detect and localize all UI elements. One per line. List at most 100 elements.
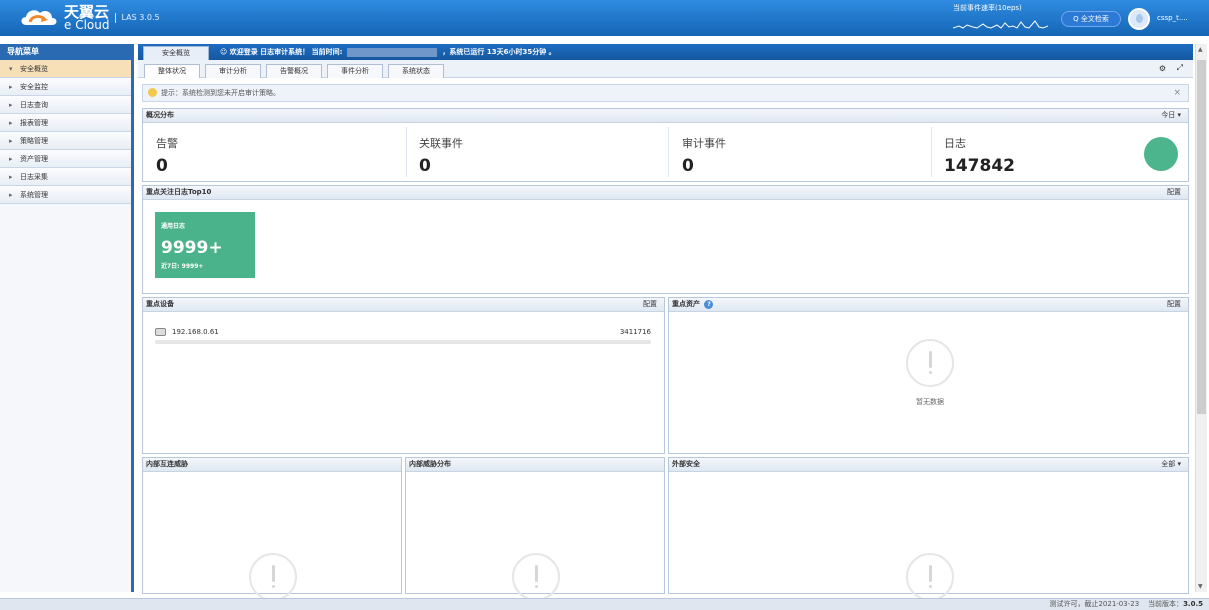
gear-icon[interactable]: ⚙ — [1159, 64, 1166, 73]
date-range-dropdown[interactable]: 今日 ▾ — [1161, 109, 1181, 122]
nav-item-system-management[interactable]: 系统管理 — [0, 186, 131, 204]
external-security-title-text: 外部安全 — [672, 460, 700, 468]
brand-en: e Cloud — [64, 18, 110, 32]
nav-title: 导航菜单 — [0, 44, 131, 60]
internal-threat-panel: 内部互连威胁 — [142, 457, 402, 601]
current-time-redacted — [347, 47, 438, 57]
subtab-alert-overview[interactable]: 告警概况 — [266, 64, 322, 78]
top10-panel: 重点关注日志Top10 配置 通用日志 9999+ 近7日: 9999+ — [142, 185, 1189, 294]
scroll-thumb[interactable] — [1197, 60, 1206, 414]
empty-state — [511, 553, 561, 601]
top-bar: 天翼云 e Cloud LAS 3.0.5 当前事件速率(10eps) Q 全文… — [0, 0, 1209, 36]
nav-item-log-query[interactable]: 日志查询 — [0, 96, 131, 114]
devices-config-button[interactable]: 配置 — [643, 298, 657, 311]
nav-item-report-management[interactable]: 报表管理 — [0, 114, 131, 132]
internal-dist-panel: 内部威胁分布 — [405, 457, 665, 601]
empty-state: 暂无数据 — [905, 339, 955, 407]
exclamation-icon — [906, 339, 954, 387]
nav-item-asset-management[interactable]: 资产管理 — [0, 150, 131, 168]
top10-title: 重点关注日志Top10 配置 — [143, 186, 1188, 200]
stat-audit-events[interactable]: 审计事件 0 — [682, 135, 726, 176]
subtab-system-status[interactable]: 系统状态 — [388, 64, 444, 78]
welcome-text: ☺ 欢迎登录 日志审计系统！ 当前时间: — [220, 48, 343, 56]
devices-title-text: 重点设备 — [146, 300, 174, 308]
username[interactable]: cssp_t.... — [1157, 14, 1188, 22]
nav-item-security-overview[interactable]: 安全概览 — [0, 60, 131, 78]
license-text: 测试许可，截止2021-03-23 — [1049, 600, 1140, 608]
assets-title: 重点资产 ? 配置 — [669, 298, 1188, 312]
navigation-menu: 导航菜单 安全概览 安全监控 日志查询 报表管理 策略管理 资产管理 日志采集 … — [0, 44, 134, 592]
device-count: 3411716 — [619, 328, 651, 336]
vertical-scrollbar[interactable]: ▲ ▼ — [1195, 44, 1207, 592]
stat-value: 147842 — [944, 156, 1015, 176]
full-text-search-button[interactable]: Q 全文检索 — [1061, 11, 1121, 27]
divider — [406, 127, 407, 177]
overview-title: 概况分布 今日 ▾ — [143, 109, 1188, 123]
device-ip: 192.168.0.61 — [172, 328, 219, 336]
tip-text: 提示：系统检测到您未开启审计策略。 — [161, 89, 280, 97]
help-icon[interactable]: ? — [704, 299, 714, 309]
internal-threat-title: 内部互连威胁 — [143, 458, 401, 472]
stat-correlated-events[interactable]: 关联事件 0 — [419, 135, 463, 176]
assets-panel: 重点资产 ? 配置 暂无数据 — [668, 297, 1189, 454]
stat-logs[interactable]: 日志 147842 — [944, 135, 1015, 176]
subtab-event-analysis[interactable]: 事件分析 — [327, 64, 383, 78]
nav-item-log-collection[interactable]: 日志采集 — [0, 168, 131, 186]
uptime-text: ，系统已运行 13天6小时35分钟 。 — [442, 48, 556, 56]
event-rate-label: 当前事件速率(10eps) — [953, 4, 1022, 12]
subtab-overall-status[interactable]: 整体状况 — [144, 64, 200, 78]
main-content: 安全概览 ☺ 欢迎登录 日志审计系统！ 当前时间: ，系统已运行 13天6小时35… — [138, 44, 1193, 601]
external-range-dropdown[interactable]: 全部 ▾ — [1161, 458, 1181, 471]
stat-label: 关联事件 — [419, 137, 463, 150]
sub-tab-bar: 整体状况 审计分析 告警概况 事件分析 系统状态 ⚙ ⤢ — [138, 60, 1193, 78]
overview-panel: 概况分布 今日 ▾ 告警 0 关联事件 0 审计事件 0 日志 147842 — [142, 108, 1189, 182]
divider — [668, 127, 669, 177]
lightbulb-icon — [148, 88, 157, 97]
stat-value: 0 — [156, 156, 168, 176]
overview-title-text: 概况分布 — [146, 111, 174, 119]
exclamation-icon — [249, 553, 297, 601]
top10-config-button[interactable]: 配置 — [1167, 186, 1181, 199]
stat-value: 0 — [682, 156, 694, 176]
internal-dist-title: 内部威胁分布 — [406, 458, 664, 472]
nav-item-policy-management[interactable]: 策略管理 — [0, 132, 131, 150]
card-value: 9999+ — [161, 238, 223, 258]
top10-title-text: 重点关注日志Top10 — [146, 188, 212, 196]
external-security-title: 外部安全 全部 ▾ — [669, 458, 1188, 472]
stat-label: 日志 — [944, 137, 966, 150]
brand-logo[interactable]: 天翼云 e Cloud LAS 3.0.5 — [18, 3, 160, 33]
devices-panel: 重点设备 配置 192.168.0.61 3411716 — [142, 297, 665, 454]
divider — [931, 127, 932, 177]
status-circle-icon — [1144, 137, 1178, 171]
empty-state — [905, 553, 955, 601]
top10-body: 通用日志 9999+ 近7日: 9999+ — [143, 200, 1188, 294]
main-tab-bar: 安全概览 ☺ 欢迎登录 日志审计系统！ 当前时间: ，系统已运行 13天6小时35… — [138, 44, 1193, 60]
device-progress-bar — [155, 340, 651, 344]
tab-security-overview[interactable]: 安全概览 — [143, 46, 209, 60]
exclamation-icon — [512, 553, 560, 601]
welcome-message: ☺ 欢迎登录 日志审计系统！ 当前时间: ，系统已运行 13天6小时35分钟 。 — [220, 44, 556, 60]
tip-banner: 提示：系统检测到您未开启审计策略。 × — [142, 84, 1189, 102]
version-label: 当前版本： — [1148, 600, 1184, 608]
stat-label: 告警 — [156, 137, 178, 150]
exclamation-icon — [906, 553, 954, 601]
assets-config-button[interactable]: 配置 — [1167, 298, 1181, 311]
stats-row: 告警 0 关联事件 0 审计事件 0 日志 147842 — [143, 123, 1188, 181]
scroll-up-icon[interactable]: ▲ — [1198, 46, 1203, 53]
log-card-general[interactable]: 通用日志 9999+ 近7日: 9999+ — [155, 212, 255, 278]
scroll-down-icon[interactable]: ▼ — [1198, 583, 1203, 590]
close-icon[interactable]: × — [1173, 85, 1181, 101]
subtab-audit-analysis[interactable]: 审计分析 — [205, 64, 261, 78]
cloud-logo-icon — [21, 10, 57, 25]
event-rate-sparkline-icon — [953, 20, 1048, 29]
card-sub: 近7日: 9999+ — [161, 263, 204, 270]
assets-title-text: 重点资产 — [672, 300, 700, 308]
user-avatar[interactable] — [1128, 8, 1150, 30]
expand-icon[interactable]: ⤢ — [1177, 63, 1183, 73]
event-rate-widget: 当前事件速率(10eps) — [953, 3, 1048, 31]
stat-alerts[interactable]: 告警 0 — [156, 135, 178, 176]
nav-item-security-monitor[interactable]: 安全监控 — [0, 78, 131, 96]
version-value: 3.0.5 — [1183, 600, 1203, 608]
app-version: LAS 3.0.5 — [115, 13, 160, 23]
empty-text: 暂无数据 — [916, 398, 944, 406]
